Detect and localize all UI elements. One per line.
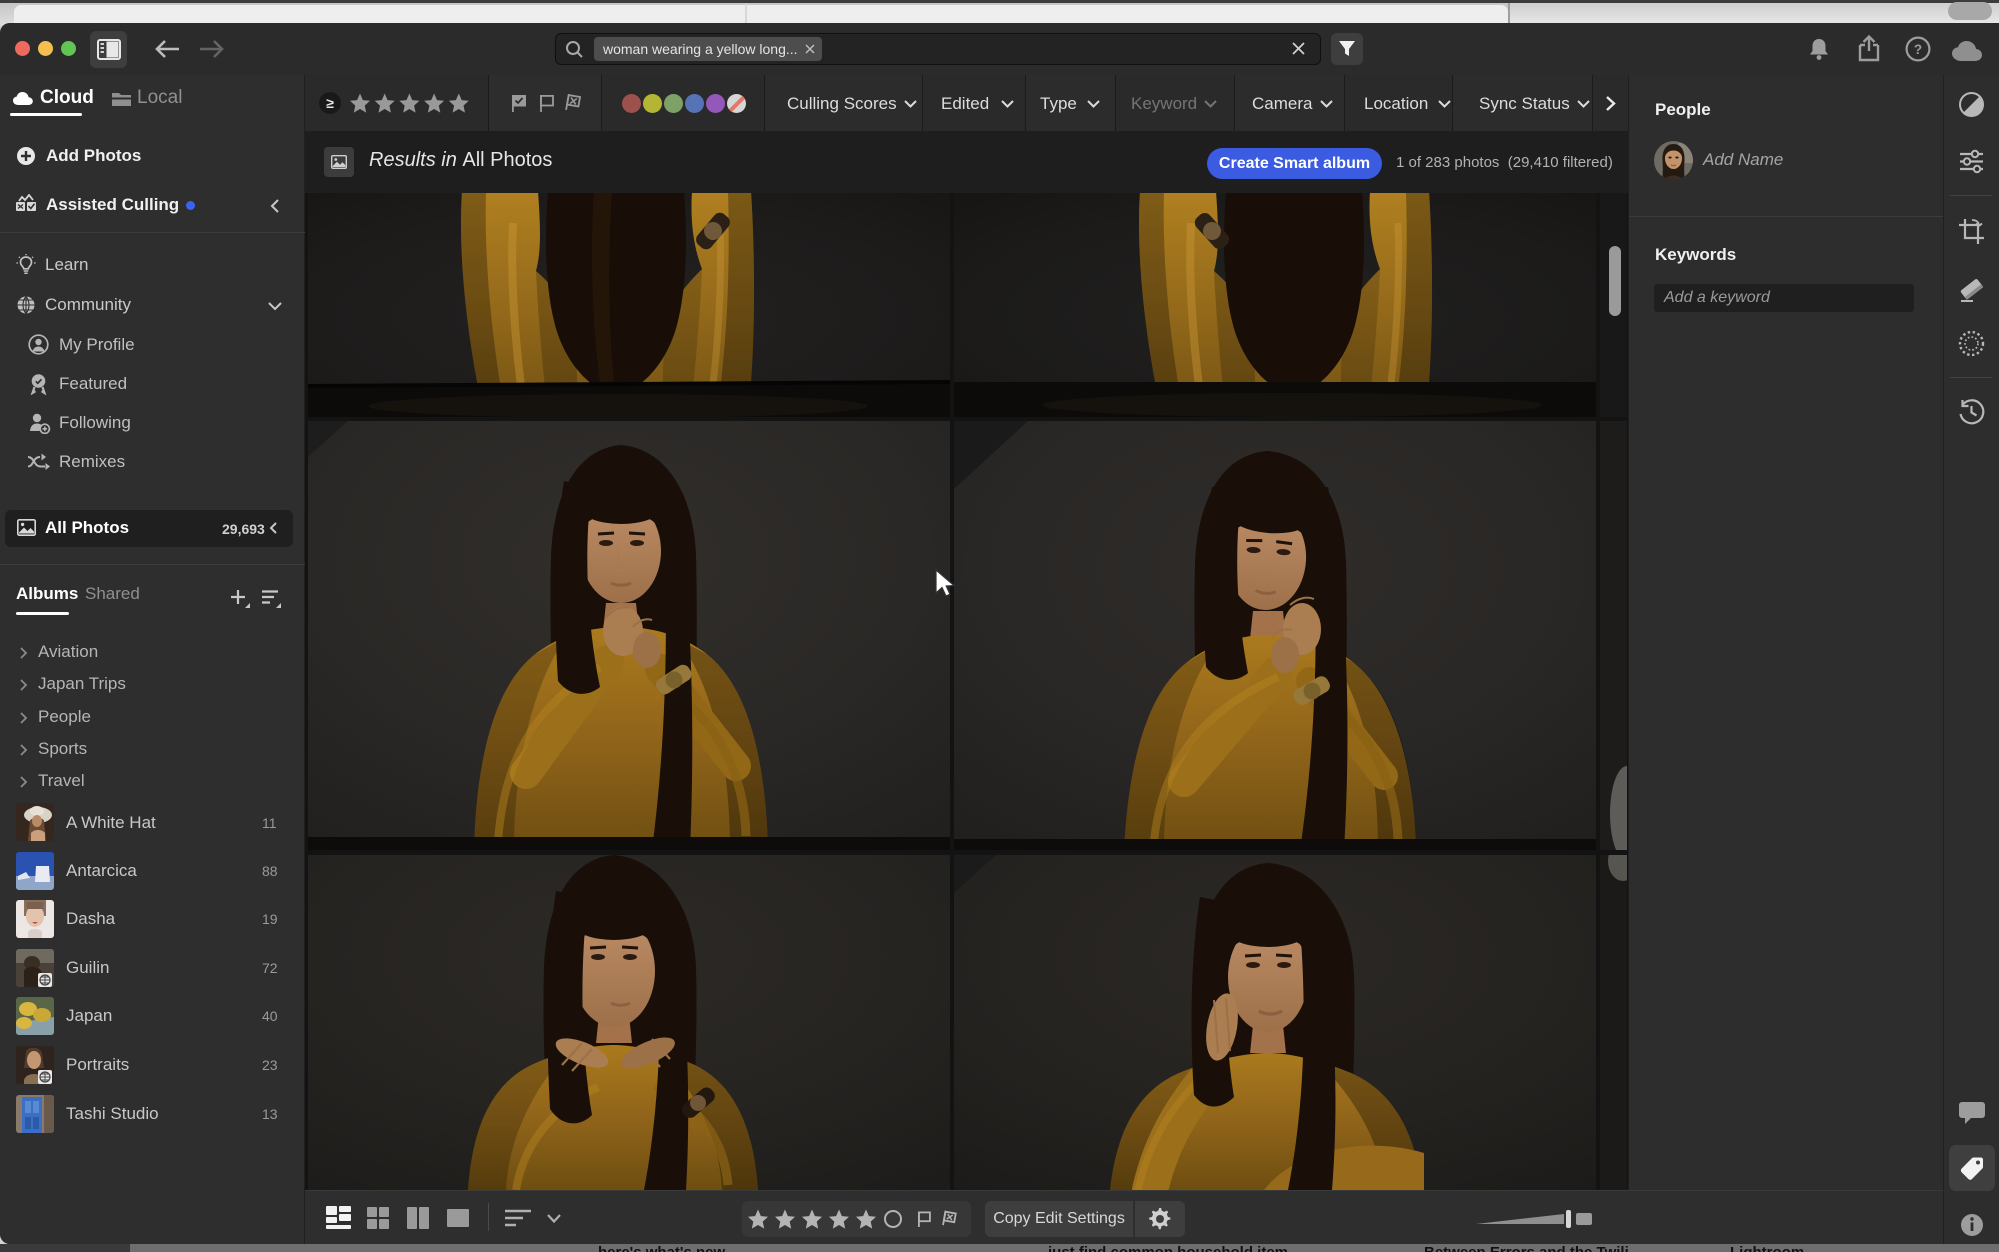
svg-text:?: ? [1914, 42, 1922, 57]
